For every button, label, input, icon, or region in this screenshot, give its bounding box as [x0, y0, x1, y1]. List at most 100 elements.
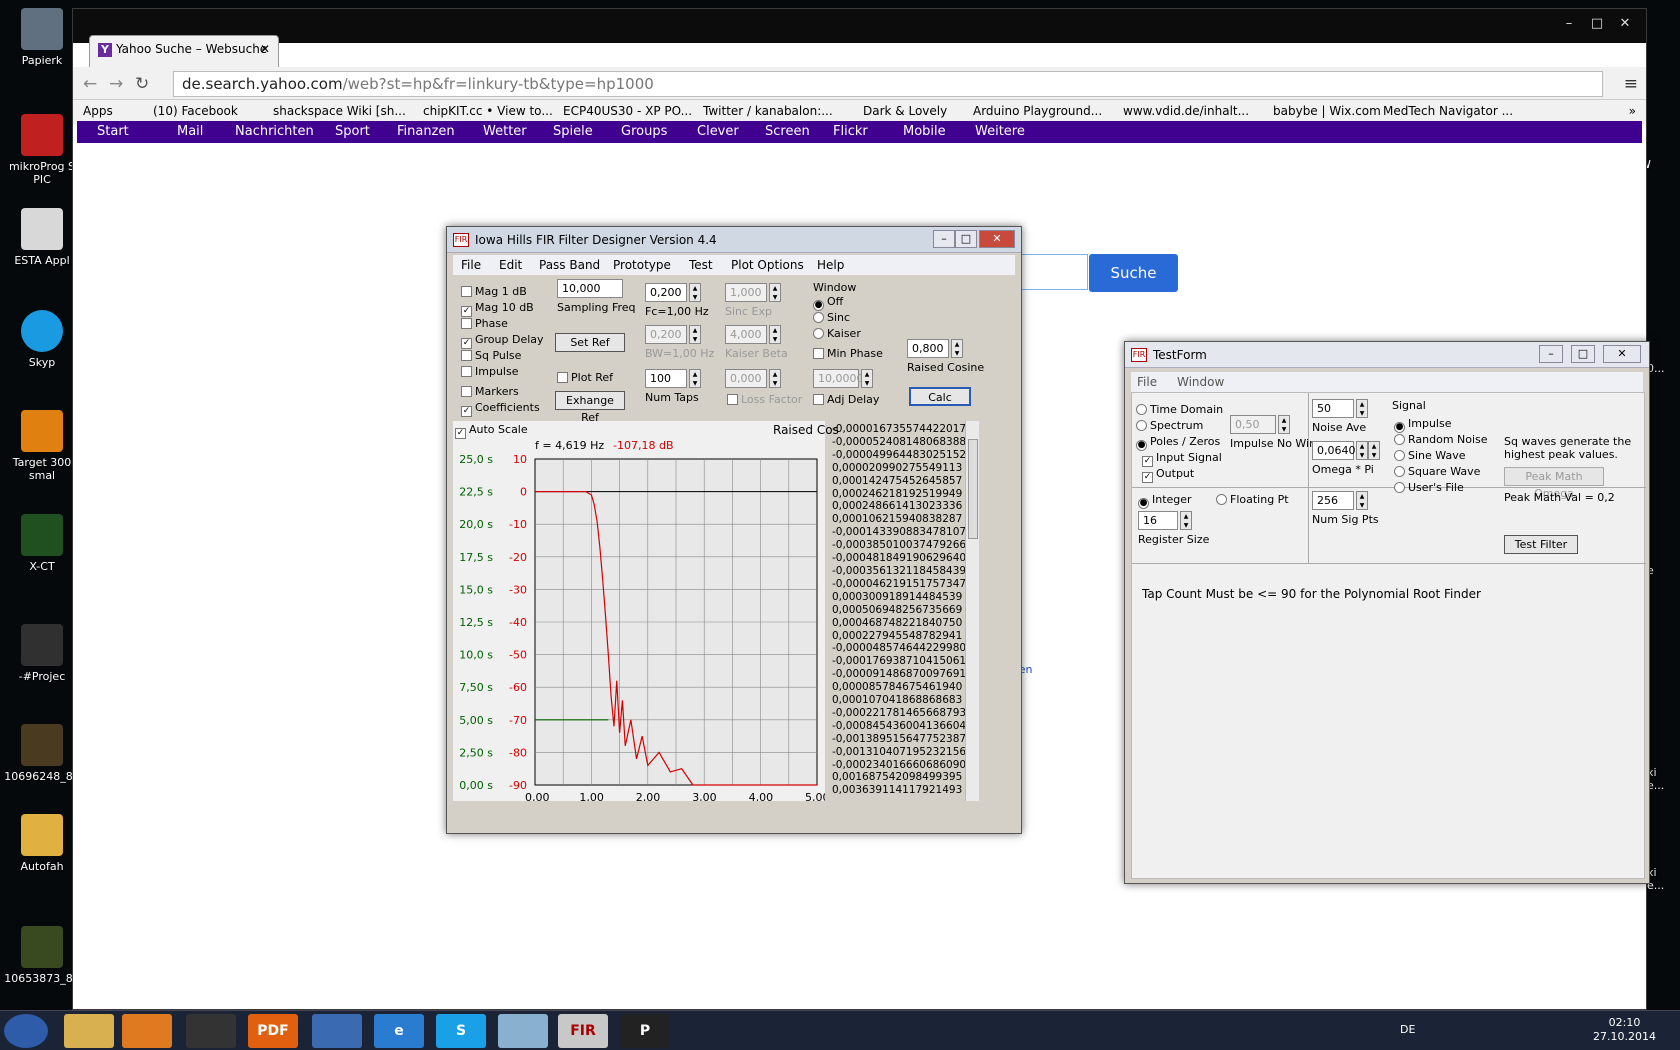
menu-icon[interactable]: ≡: [1624, 74, 1638, 94]
maximize-icon[interactable]: □: [1571, 345, 1595, 363]
minimize-icon[interactable]: –: [1556, 15, 1582, 33]
menu-plot-options[interactable]: Plot Options: [731, 258, 804, 272]
radio-users-file[interactable]: User's File: [1394, 481, 1464, 494]
inkscape-icon[interactable]: [186, 1014, 236, 1048]
radio-floating-pt[interactable]: Floating Pt: [1216, 493, 1289, 506]
kaiser-beta-spinner[interactable]: ▲ ▼: [769, 325, 781, 344]
bookmark-shackspace[interactable]: shackspace Wiki [sh...: [273, 104, 406, 118]
noise-ave-spinner[interactable]: ▲ ▼: [1356, 399, 1368, 418]
bw-spinner[interactable]: ▲ ▼: [689, 325, 701, 344]
bookmarks-more[interactable]: »: [1629, 104, 1636, 118]
omega-spinner[interactable]: ▲ ▼: [1356, 441, 1368, 460]
nav-mobile[interactable]: Mobile: [903, 124, 946, 139]
app-icon[interactable]: [498, 1014, 548, 1048]
raised-cosine-spinner[interactable]: ▲ ▼: [951, 339, 963, 358]
nav-sport[interactable]: Sport: [335, 124, 370, 139]
radio-window-off[interactable]: ● Off: [813, 295, 843, 311]
skype-icon[interactable]: S: [436, 1014, 486, 1048]
media-player-icon[interactable]: [122, 1014, 172, 1048]
bookmark-babybe[interactable]: babybe | Wix.com: [1273, 104, 1381, 118]
menu-help[interactable]: Help: [817, 258, 844, 272]
check-mag-1db[interactable]: Mag 1 dB: [461, 285, 527, 298]
bookmark-arduino[interactable]: Arduino Playground...: [973, 104, 1102, 118]
radio-time-domain[interactable]: Time Domain: [1136, 403, 1223, 416]
check-sq-pulse[interactable]: Sq Pulse: [461, 349, 521, 362]
check-output[interactable]: ✓ Output: [1142, 467, 1194, 483]
check-adj-delay[interactable]: Adj Delay: [813, 393, 879, 406]
nav-screen[interactable]: Screen: [765, 124, 810, 139]
adj-delay-spinner[interactable]: ▲ ▼: [861, 369, 873, 388]
nav-spiele[interactable]: Spiele: [553, 124, 593, 139]
radio-spectrum[interactable]: Spectrum: [1136, 419, 1203, 432]
menu-prototype[interactable]: Prototype: [613, 258, 671, 272]
bw-input[interactable]: 0,200: [645, 325, 687, 344]
peak-math-omega-button[interactable]: Peak Math Omega: [1504, 467, 1604, 500]
explorer-icon[interactable]: [64, 1014, 114, 1048]
nav-clever[interactable]: Clever: [697, 124, 739, 139]
nav-groups[interactable]: Groups: [621, 124, 667, 139]
bookmark-dark-lovely[interactable]: Dark & Lovely: [863, 104, 947, 118]
reload-icon[interactable]: ↻: [135, 74, 149, 94]
bookmark-apps[interactable]: Apps: [83, 104, 113, 118]
omega-fine-spinner[interactable]: ▲ ▼: [1368, 441, 1380, 460]
fir-taskbar-icon[interactable]: FIR: [558, 1014, 608, 1048]
bookmark-vdid[interactable]: www.vdid.de/inhalt...: [1123, 104, 1249, 118]
sinc-exp-spinner[interactable]: ▲ ▼: [769, 283, 781, 302]
language-indicator[interactable]: DE: [1400, 1023, 1415, 1036]
impulse-no-win-input[interactable]: 0,50: [1230, 415, 1276, 434]
check-phase[interactable]: Phase: [461, 317, 508, 330]
menu-pass-band[interactable]: Pass Band: [539, 258, 600, 272]
exchange-ref-button[interactable]: Exhange Ref: [555, 391, 625, 424]
minimize-icon[interactable]: –: [933, 230, 955, 248]
pdf-icon[interactable]: PDF: [248, 1014, 298, 1048]
sampling-freq-input[interactable]: 10,000: [557, 279, 623, 298]
menu-file[interactable]: File: [1137, 375, 1157, 389]
clock[interactable]: 02:10 27.10.2014: [1593, 1016, 1656, 1044]
maximize-icon[interactable]: □: [1584, 15, 1610, 33]
back-icon[interactable]: ←: [83, 74, 97, 94]
check-input-signal[interactable]: ✓ Input Signal: [1142, 451, 1222, 467]
nav-nachrichten[interactable]: Nachrichten: [235, 124, 314, 139]
bookmark-facebook[interactable]: (10) Facebook: [153, 104, 238, 118]
nav-start[interactable]: Start: [97, 124, 129, 139]
num-sig-input[interactable]: 256: [1312, 491, 1354, 510]
tab-close-icon[interactable]: ✕: [260, 42, 270, 56]
address-bar[interactable]: de.search.yahoo.com/web?st=hp&fr=linkury…: [173, 71, 1603, 97]
menu-window[interactable]: Window: [1177, 375, 1224, 389]
set-ref-button[interactable]: Set Ref: [555, 333, 625, 352]
internet-explorer-icon[interactable]: e: [374, 1014, 424, 1048]
omega-input[interactable]: 0,0640: [1312, 441, 1356, 460]
check-mag-10db[interactable]: ✓ Mag 10 dB: [461, 301, 534, 317]
fc-spinner[interactable]: ▲ ▼: [689, 283, 701, 302]
nav-wetter[interactable]: Wetter: [483, 124, 527, 139]
maximize-icon[interactable]: □: [955, 230, 977, 248]
p-app-icon[interactable]: P: [620, 1014, 670, 1048]
start-orb-icon[interactable]: [4, 1014, 48, 1048]
check-plot-ref[interactable]: Plot Ref: [557, 371, 613, 384]
nav-flickr[interactable]: Flickr: [833, 124, 868, 139]
menu-test[interactable]: Test: [689, 258, 713, 272]
close-icon[interactable]: ✕: [979, 230, 1015, 248]
close-icon[interactable]: ✕: [1612, 15, 1638, 33]
coefficient-scrollbar[interactable]: [965, 421, 979, 801]
minimize-icon[interactable]: –: [1539, 345, 1563, 363]
search-button[interactable]: Suche: [1089, 254, 1178, 292]
impulse-no-win-spinner[interactable]: ▲ ▼: [1278, 415, 1290, 434]
bookmark-twitter[interactable]: Twitter / kanabalon:...: [703, 104, 833, 118]
check-impulse[interactable]: Impulse: [461, 365, 518, 378]
register-size-spinner[interactable]: ▲ ▼: [1180, 511, 1192, 530]
bookmark-ecp[interactable]: ECP40US30 - XP PO...: [563, 104, 692, 118]
noise-ave-input[interactable]: 50: [1312, 399, 1354, 418]
bookmark-chipkit[interactable]: chipKIT.cc • View to...: [423, 104, 553, 118]
check-loss-factor[interactable]: Loss Factor: [727, 393, 802, 406]
loss-spinner[interactable]: ▲ ▼: [769, 369, 781, 388]
close-icon[interactable]: ✕: [1603, 345, 1641, 363]
nav-weitere[interactable]: Weitere: [975, 124, 1025, 139]
num-sig-spinner[interactable]: ▲ ▼: [1356, 491, 1368, 510]
menu-edit[interactable]: Edit: [499, 258, 522, 272]
coefficient-list[interactable]: -0,000016735574422017 -0,0000524081480683…: [832, 423, 965, 795]
check-auto-scale[interactable]: ✓ Auto Scale: [455, 423, 528, 439]
bookmark-medtech[interactable]: MedTech Navigator ...: [1383, 104, 1513, 118]
test-filter-button[interactable]: Test Filter: [1504, 535, 1578, 554]
nav-mail[interactable]: Mail: [177, 124, 203, 139]
